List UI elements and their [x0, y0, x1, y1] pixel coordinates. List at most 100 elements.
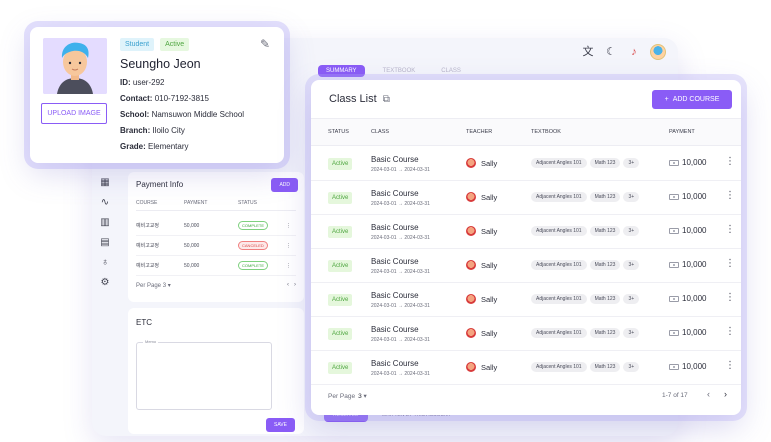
- add-course-button[interactable]: + ADD COURSE: [652, 90, 732, 109]
- teacher-name: Sally: [481, 226, 498, 236]
- more-options-icon[interactable]: ⋮: [725, 191, 735, 201]
- textbook-chip: Adjacent Angles 101: [531, 260, 587, 270]
- textbook-chip: Math 123: [589, 226, 621, 236]
- more-options-icon[interactable]: ⋮: [725, 157, 735, 167]
- payment: 10,000: [669, 294, 706, 303]
- col-class: CLASS: [371, 129, 390, 135]
- upload-image-button[interactable]: UPLOAD IMAGE: [41, 103, 107, 124]
- student-avatar-illustration: [43, 38, 107, 94]
- tab-class[interactable]: CLASS: [433, 65, 469, 77]
- col-status: STATUS: [328, 129, 349, 135]
- arrow-right-icon: →: [397, 167, 403, 173]
- table-row[interactable]: Active Basic Course 2024-03-01 → 2024-03-3…: [311, 317, 741, 351]
- activity-icon[interactable]: ∿: [101, 198, 109, 208]
- cash-icon: [669, 227, 679, 234]
- teacher: Sally: [466, 260, 497, 270]
- grade-value: Elementary: [148, 142, 189, 151]
- save-button[interactable]: SAVE: [266, 418, 295, 432]
- table-row[interactable]: Active Basic Course 2024-03-01 → 2024-03-3…: [311, 181, 741, 215]
- payment-course: 예비고교정: [136, 243, 160, 249]
- next-page-icon[interactable]: ›: [724, 389, 727, 399]
- arrow-right-icon: →: [397, 337, 403, 343]
- more-options-icon[interactable]: ⋮: [725, 327, 735, 337]
- payment-table-header: COURSE PAYMENT STATUS: [136, 200, 296, 211]
- payment-add-button[interactable]: ADD: [271, 178, 298, 192]
- course-dates: 2024-03-01 → 2024-03-31: [371, 201, 430, 207]
- more-options-icon[interactable]: ⋮: [725, 259, 735, 269]
- course-start: 2024-03-01: [371, 235, 397, 241]
- status-badge: Active: [328, 294, 353, 306]
- more-options-icon[interactable]: ⋮: [725, 361, 735, 371]
- teacher-name: Sally: [481, 328, 498, 338]
- prev-page-icon[interactable]: ‹: [287, 282, 289, 288]
- edit-icon[interactable]: ✎: [260, 37, 274, 51]
- status-badge: Active: [328, 260, 353, 272]
- bulb-icon[interactable]: ♁: [101, 258, 109, 268]
- table-row[interactable]: 예비고교정 50,000 COMPLETE ⋮: [136, 216, 296, 236]
- course-end: 2024-03-31: [404, 167, 430, 173]
- arrow-right-icon: →: [397, 303, 403, 309]
- tab-textbook[interactable]: TEXTBOOK: [375, 65, 424, 77]
- open-external-icon[interactable]: ⧉: [383, 94, 390, 105]
- course-dates: 2024-03-01 → 2024-03-31: [371, 269, 430, 275]
- table-row[interactable]: Active Basic Course 2024-03-01 → 2024-03-3…: [311, 215, 741, 249]
- class-table-header: STATUS CLASS TEACHER TEXTBOOK PAYMENT: [311, 118, 741, 146]
- more-options-icon[interactable]: ⋮: [725, 293, 735, 303]
- per-page-select[interactable]: 3: [358, 393, 362, 400]
- textbook-chips: Adjacent Angles 101 Math 123 3+: [531, 192, 640, 202]
- course-dates: 2024-03-01 → 2024-03-31: [371, 303, 430, 309]
- table-row[interactable]: Active Basic Course 2024-03-01 → 2024-03-3…: [311, 283, 741, 317]
- payment-amount: 50,000: [184, 262, 200, 269]
- status-badge: COMPLETE: [238, 221, 269, 230]
- kebab-icon[interactable]: ⋮: [286, 223, 291, 229]
- status-badge: Active: [328, 158, 353, 170]
- memo-label: Memo: [143, 339, 159, 344]
- prev-page-icon[interactable]: ‹: [707, 389, 710, 399]
- table-row[interactable]: Active Basic Course 2024-03-01 → 2024-03-3…: [311, 147, 741, 181]
- chevron-down-icon[interactable]: ▾: [364, 393, 367, 400]
- payment-amount: 10,000: [682, 158, 707, 167]
- table-row[interactable]: 예비고교정 50,000 CANCELED ⋮: [136, 236, 296, 256]
- settings-icon[interactable]: ⚙: [101, 278, 110, 288]
- contact-label: Contact:: [120, 94, 153, 103]
- student-name: Seungho Jeon: [120, 57, 201, 71]
- table-row[interactable]: Active Basic Course 2024-03-01 → 2024-03-3…: [311, 351, 741, 385]
- course-name: Basic Course: [371, 155, 419, 164]
- status-badge: Active: [328, 192, 353, 204]
- translate-icon[interactable]: 文: [581, 45, 595, 59]
- chart-icon[interactable]: ▤: [100, 238, 109, 248]
- teacher-avatar: [466, 192, 476, 202]
- textbook-chip: 3+: [623, 226, 640, 236]
- teacher-name: Sally: [481, 192, 498, 202]
- payment-pagination: Per Page 3 ▾ ‹ ›: [136, 282, 296, 289]
- memo-textarea[interactable]: Memo: [136, 339, 272, 410]
- moon-icon[interactable]: ☾: [604, 45, 618, 59]
- trash-icon[interactable]: ▥: [100, 218, 109, 228]
- kebab-icon[interactable]: ⋮: [286, 263, 291, 269]
- kebab-icon[interactable]: ⋮: [286, 243, 291, 249]
- role-badge: Student: [120, 38, 155, 51]
- teacher-name: Sally: [481, 294, 498, 304]
- table-row[interactable]: 예비고교정 50,000 COMPLETE ⋮: [136, 256, 296, 276]
- calendar-icon[interactable]: ▦: [100, 178, 109, 188]
- payment-course: 예비고교정: [136, 263, 160, 269]
- tab-summary[interactable]: SUMMARY: [318, 65, 365, 77]
- textbook-chip: Adjacent Angles 101: [531, 294, 587, 304]
- bell-icon[interactable]: ♪: [627, 45, 641, 59]
- table-row[interactable]: Active Basic Course 2024-03-01 → 2024-03-3…: [311, 249, 741, 283]
- course-dates: 2024-03-01 → 2024-03-31: [371, 167, 430, 173]
- payment-amount: 10,000: [682, 328, 707, 337]
- payment-course: 예비고교정: [136, 223, 160, 229]
- school-label: School:: [120, 110, 150, 119]
- more-options-icon[interactable]: ⋮: [725, 225, 735, 235]
- class-list-card: Class List ⧉ + ADD COURSE STATUS CLASS T…: [311, 80, 741, 415]
- textbook-chip: 3+: [623, 158, 640, 168]
- per-page-select[interactable]: 3: [163, 283, 166, 289]
- teacher: Sally: [466, 362, 497, 372]
- course-dates: 2024-03-01 → 2024-03-31: [371, 235, 430, 241]
- next-page-icon[interactable]: ›: [294, 282, 296, 288]
- teacher-avatar: [466, 328, 476, 338]
- user-avatar[interactable]: [650, 44, 666, 60]
- col-payment: PAYMENT: [669, 129, 695, 135]
- course-end: 2024-03-31: [404, 371, 430, 377]
